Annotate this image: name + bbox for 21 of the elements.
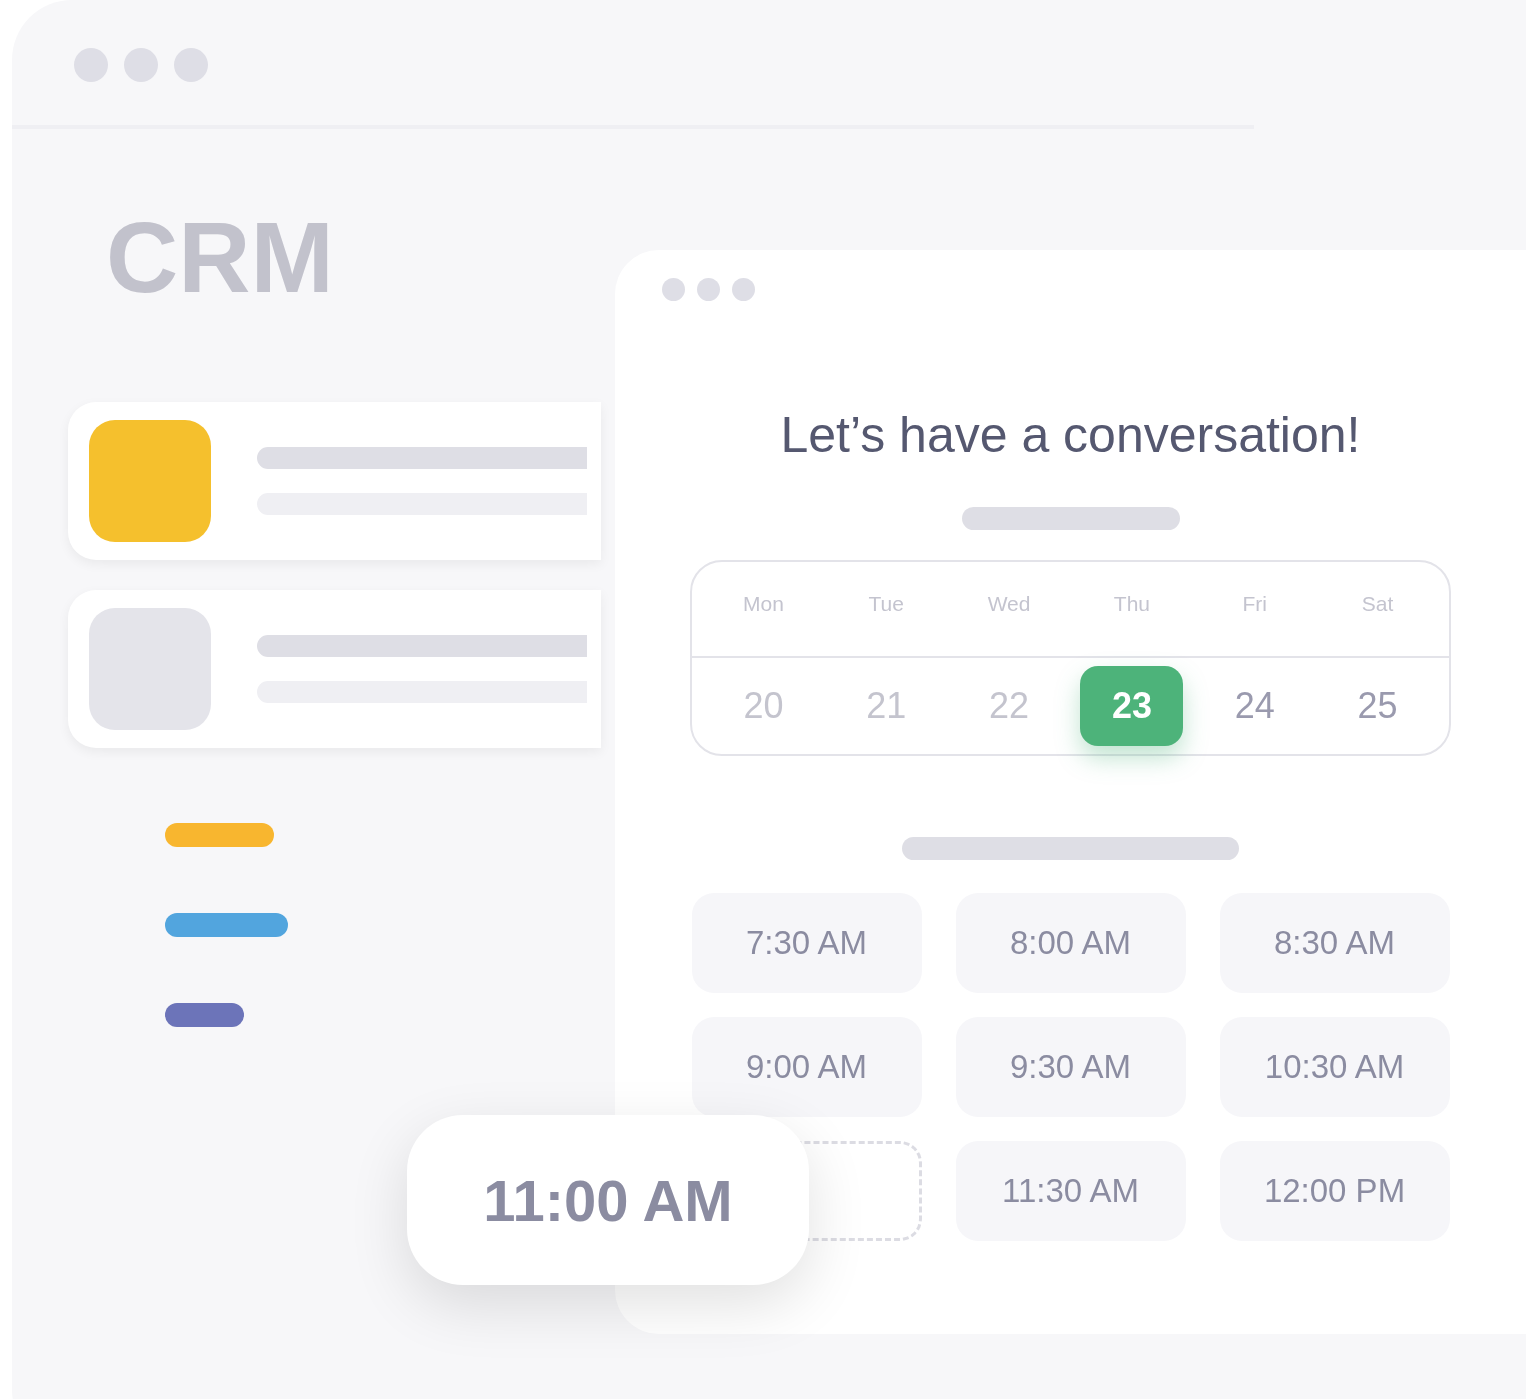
weekday-label: Wed [987, 590, 1031, 617]
dragged-time-card[interactable]: 11:00 AM [407, 1115, 809, 1285]
time-slot-button[interactable]: 8:00 AM [955, 892, 1186, 993]
time-slot-button[interactable]: 8:30 AM [1219, 892, 1450, 993]
weekday-label: Sat [1361, 590, 1394, 617]
time-slot-button[interactable]: 9:00 AM [691, 1016, 922, 1117]
time-slot-button[interactable]: 10:30 AM [1219, 1016, 1450, 1117]
time-slot-button[interactable]: 11:30 AM [955, 1140, 1186, 1241]
contact-card[interactable] [68, 590, 601, 748]
time-slot-button[interactable]: 7:30 AM [691, 892, 922, 993]
time-slot-button[interactable]: 12:00 PM [1219, 1140, 1450, 1241]
contact-card[interactable] [68, 402, 601, 560]
date-button[interactable]: 25 [1326, 665, 1430, 746]
weekday-label: Thu [1113, 590, 1150, 617]
weekday-label: Tue [868, 590, 904, 617]
weekday-label: Fri [1242, 590, 1267, 617]
weekday-label: Mon [743, 590, 784, 617]
time-slot-button[interactable]: 9:30 AM [955, 1016, 1186, 1117]
date-button[interactable]: 23 [1080, 665, 1184, 746]
booking-heading: Let’s have a conversation! [780, 406, 1361, 465]
date-button[interactable]: 24 [1203, 665, 1307, 746]
